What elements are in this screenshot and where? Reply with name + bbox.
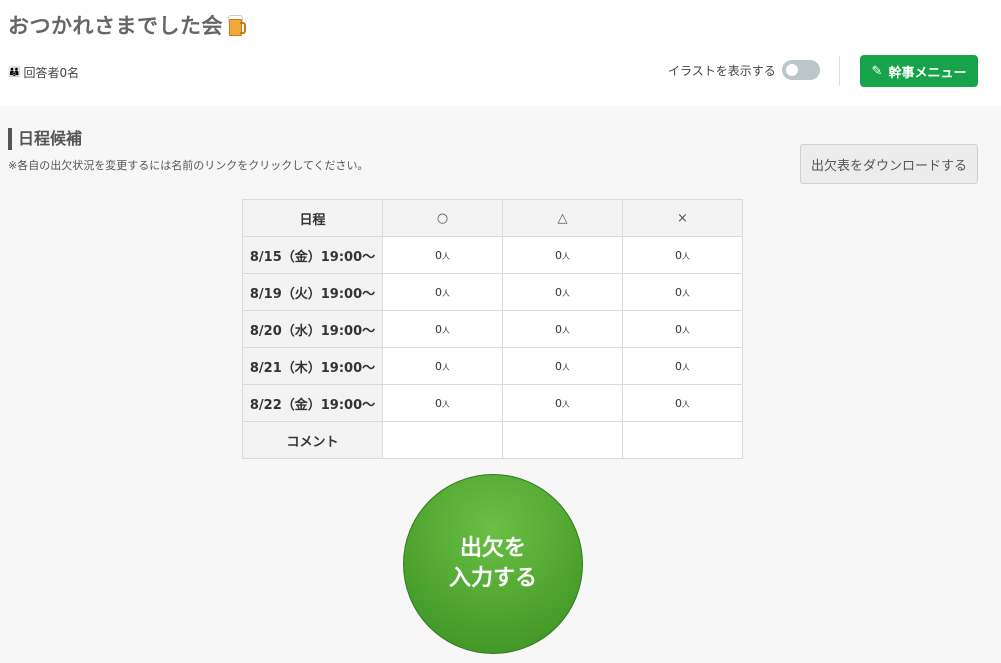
illustration-toggle[interactable] [781,60,820,80]
schedule-table: 日程 ○ △ × 8/15（金）19:00〜 0人 0人 0人 8/19（火）1… [242,199,743,459]
count-cell: 0人 [502,236,623,274]
people-icon: 👪 [8,67,21,78]
column-header-ok: ○ [382,199,503,237]
count-cell: 0人 [382,236,503,274]
comment-cell [622,421,743,459]
count-cell: 0人 [382,273,503,311]
toggle-knob [785,64,798,76]
date-cell: 8/15（金）19:00〜 [242,236,383,274]
admin-menu-button[interactable]: ✎ 幹事メニュー [860,55,978,87]
enter-attendance-button[interactable]: 出欠を 入力する [403,474,583,654]
count-cell: 0人 [502,310,623,348]
comment-cell [382,421,503,459]
section-title: 日程候補 [8,128,82,150]
count-cell: 0人 [622,236,743,274]
comment-label: コメント [242,421,383,459]
table-row: 8/19（火）19:00〜 0人 0人 0人 [242,273,743,311]
respondents-count: 👪 回答者0名 [8,64,79,81]
count-cell: 0人 [622,273,743,311]
count-cell: 0人 [622,310,743,348]
table-row: 8/22（金）19:00〜 0人 0人 0人 [242,384,743,422]
enter-attendance-line1: 出欠を [459,536,526,561]
page-header: おつかれさまでした会 👪 回答者0名 イラストを表示する ✎ 幹事メニュー [0,0,1001,106]
column-header-date: 日程 [242,199,383,237]
pen-icon: ✎ [871,63,883,79]
respondents-label: 回答者0名 [23,66,80,80]
table-row: 8/15（金）19:00〜 0人 0人 0人 [242,236,743,274]
illustration-toggle-label: イラストを表示する [668,63,776,78]
count-cell: 0人 [382,347,503,385]
admin-menu-label: 幹事メニュー [888,65,967,81]
date-cell: 8/21（木）19:00〜 [242,347,383,385]
date-cell: 8/22（金）19:00〜 [242,384,383,422]
table-row: 8/21（木）19:00〜 0人 0人 0人 [242,347,743,385]
date-cell: 8/19（火）19:00〜 [242,273,383,311]
count-cell: 0人 [502,347,623,385]
count-cell: 0人 [382,310,503,348]
instruction-note: ※各自の出欠状況を変更するには名前のリンクをクリックしてください。 [8,159,369,172]
date-cell: 8/20（水）19:00〜 [242,310,383,348]
count-cell: 0人 [622,347,743,385]
count-cell: 0人 [622,384,743,422]
title-row: おつかれさまでした会 [8,10,246,40]
count-cell: 0人 [502,273,623,311]
table-header-row: 日程 ○ △ × [242,199,743,237]
comment-row: コメント [242,421,743,459]
column-header-maybe: △ [502,199,623,237]
download-button[interactable]: 出欠表をダウンロードする [800,144,978,184]
column-header-ng: × [622,199,743,237]
count-cell: 0人 [382,384,503,422]
count-cell: 0人 [502,384,623,422]
enter-attendance-line2: 入力する [448,566,537,591]
comment-cell [502,421,623,459]
beer-mug-icon [227,14,246,36]
header-divider [839,56,840,86]
page-title: おつかれさまでした会 [8,14,223,38]
table-row: 8/20（水）19:00〜 0人 0人 0人 [242,310,743,348]
illustration-toggle-row: イラストを表示する [668,60,820,80]
